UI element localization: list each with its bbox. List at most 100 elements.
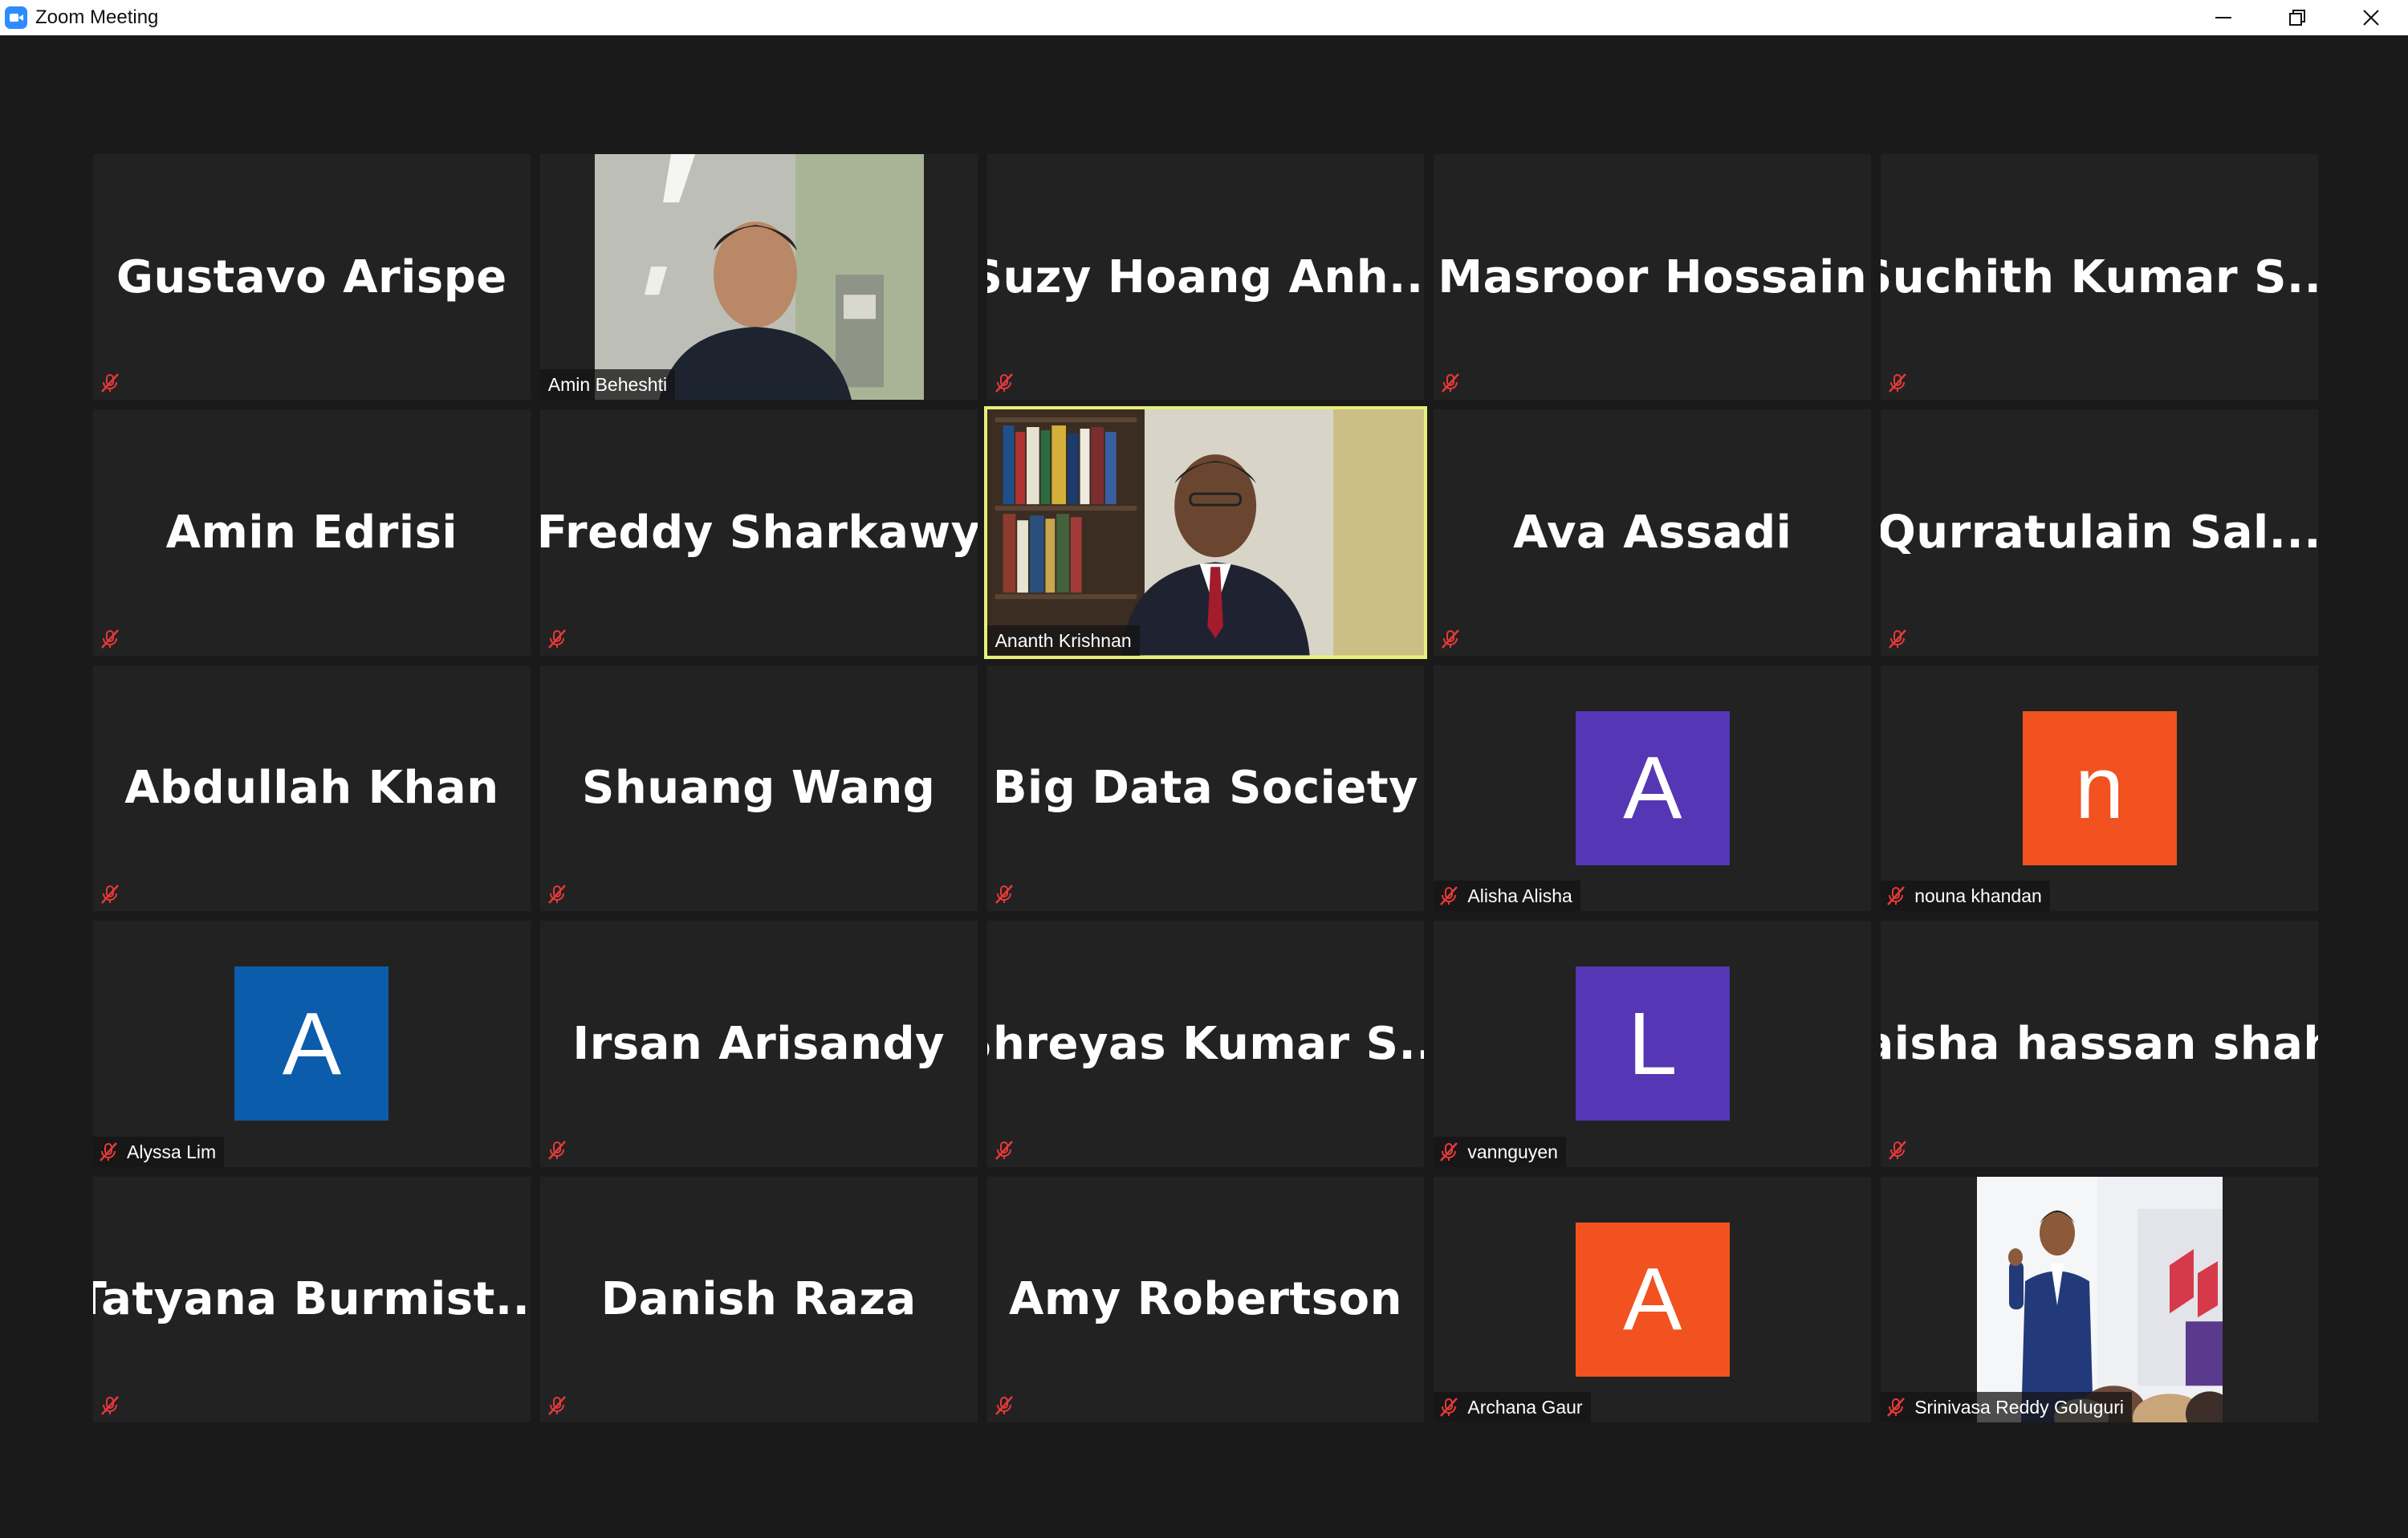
participant-tile-avatar[interactable]: n nouna khandan	[1881, 665, 2318, 912]
participant-tile[interactable]: Shuang Wang	[539, 665, 978, 912]
participant-name: Amy Robertson	[1009, 1273, 1402, 1326]
muted-mic-icon	[1442, 373, 1460, 393]
muted-mic-icon	[101, 1396, 119, 1415]
minimize-icon	[2215, 17, 2231, 18]
participant-name: Suchith Kumar S...	[1881, 250, 2318, 303]
participant-tile-avatar[interactable]: L vannguyen	[1434, 921, 1872, 1167]
video-frame-presenter	[1977, 1176, 2223, 1422]
active-speaker-tile[interactable]: Ananth Krishnan	[983, 406, 1428, 659]
muted-mic-icon	[547, 629, 566, 649]
participant-name: Alyssa Lim	[127, 1141, 217, 1162]
close-icon	[2363, 10, 2379, 26]
video-feed	[1977, 1176, 2223, 1422]
muted-mic-icon	[101, 373, 119, 393]
muted-mic-icon	[995, 373, 1013, 393]
participant-name-label: Alisha Alisha	[1434, 881, 1580, 912]
participant-name: Suzy Hoang Anh...	[986, 250, 1425, 303]
participant-tile[interactable]: Abdullah Khan	[93, 665, 531, 912]
muted-mic-icon	[995, 885, 1013, 905]
muted-mic-icon	[995, 1396, 1013, 1415]
window-title: Zoom Meeting	[35, 6, 159, 28]
muted-mic-icon	[1889, 629, 1907, 649]
participant-tile-video[interactable]: Amin Beheshti	[539, 154, 978, 401]
muted-mic-icon	[547, 1140, 566, 1160]
muted-mic-icon	[1887, 1398, 1906, 1417]
participant-name: Big Data Society	[992, 762, 1419, 815]
participant-name: Shuang Wang	[582, 762, 936, 815]
participant-tile-avatar[interactable]: A Alisha Alisha	[1434, 665, 1872, 912]
participant-tile[interactable]: Suzy Hoang Anh...	[986, 154, 1425, 401]
participant-name: Amin Edrisi	[165, 507, 458, 559]
participant-tile[interactable]: Masroor Hossain	[1434, 154, 1872, 401]
participant-name: Archana Gaur	[1467, 1396, 1583, 1418]
participant-tile[interactable]: Shreyas Kumar S...	[986, 921, 1425, 1167]
participant-name: Freddy Sharkawy	[539, 507, 978, 559]
participant-tile[interactable]: Qurratulain Sal...	[1881, 409, 2318, 656]
participant-name: Irsan Arisandy	[572, 1017, 946, 1070]
participant-tile[interactable]: Freddy Sharkawy	[539, 409, 978, 656]
participant-name-label: vannguyen	[1434, 1136, 1566, 1167]
avatar: A	[1575, 710, 1730, 865]
avatar: L	[1575, 966, 1730, 1121]
video-feed	[594, 154, 924, 401]
participant-name: Alisha Alisha	[1467, 885, 1572, 907]
participant-name: Tatyana Burmist...	[93, 1273, 531, 1326]
muted-mic-icon	[1440, 1398, 1458, 1417]
participant-tile[interactable]: Amy Robertson	[986, 1176, 1425, 1422]
muted-mic-icon	[1889, 373, 1907, 393]
gallery-grid: Gustavo Arispe Amin Beheshti Suzy Hoang …	[93, 154, 2318, 1422]
participant-name: Ava Assadi	[1513, 507, 1792, 559]
participant-name-label: Archana Gaur	[1434, 1391, 1591, 1422]
participant-tile[interactable]: Ava Assadi	[1434, 409, 1872, 656]
participant-name: Danish Raza	[600, 1273, 917, 1326]
participant-tile[interactable]: Irsan Arisandy	[539, 921, 978, 1167]
muted-mic-icon	[101, 885, 119, 905]
participant-tile-video[interactable]: Srinivasa Reddy Goluguri	[1881, 1176, 2318, 1422]
muted-mic-icon	[1887, 886, 1906, 906]
participant-tile-avatar[interactable]: A Archana Gaur	[1434, 1176, 1872, 1422]
participant-name-label: Alyssa Lim	[93, 1136, 225, 1167]
title-bar: Zoom Meeting	[0, 0, 2408, 35]
participant-tile-avatar[interactable]: A Alyssa Lim	[93, 921, 531, 1167]
participant-name-label: Srinivasa Reddy Goluguri	[1881, 1391, 2132, 1422]
muted-mic-icon	[100, 1141, 117, 1162]
avatar: A	[1575, 1222, 1730, 1377]
muted-mic-icon	[547, 1396, 566, 1415]
muted-mic-icon	[995, 1140, 1013, 1160]
muted-mic-icon	[547, 885, 566, 905]
window-controls	[2186, 0, 2408, 35]
participant-tile[interactable]: Gustavo Arispe	[93, 154, 531, 401]
zoom-app-icon	[5, 6, 27, 29]
participant-name: nouna khandan	[1914, 885, 2042, 907]
participant-name: aisha hassan shah	[1881, 1017, 2318, 1070]
participant-name: Abdullah Khan	[124, 762, 499, 815]
muted-mic-icon	[1889, 1140, 1907, 1160]
video-frame-office	[594, 154, 924, 401]
participant-tile[interactable]: Big Data Society	[986, 665, 1425, 912]
participant-name: Gustavo Arispe	[116, 250, 507, 303]
participant-name: Masroor Hossain	[1438, 250, 1868, 303]
participant-tile[interactable]: Suchith Kumar S...	[1881, 154, 2318, 401]
participant-tile[interactable]: Amin Edrisi	[93, 409, 531, 656]
participant-name-label: Ananth Krishnan	[986, 625, 1140, 656]
participant-name: Qurratulain Sal...	[1881, 507, 2318, 559]
video-frame-bookshelf	[986, 409, 1425, 656]
muted-mic-icon	[1440, 886, 1458, 906]
muted-mic-icon	[1442, 629, 1460, 649]
minimize-button[interactable]	[2186, 0, 2260, 35]
close-button[interactable]	[2334, 0, 2408, 35]
participant-name-label: nouna khandan	[1881, 881, 2050, 912]
participant-tile[interactable]: Tatyana Burmist...	[93, 1176, 531, 1422]
video-feed	[986, 409, 1425, 656]
avatar: A	[234, 966, 389, 1121]
avatar: n	[2022, 710, 2177, 865]
muted-mic-icon	[101, 629, 119, 649]
participant-tile[interactable]: Danish Raza	[539, 1176, 978, 1422]
participant-name-label: Amin Beheshti	[539, 369, 676, 401]
restore-button[interactable]	[2260, 0, 2334, 35]
participant-name: vannguyen	[1467, 1141, 1558, 1162]
restore-icon	[2289, 10, 2305, 26]
participant-name: Shreyas Kumar S...	[987, 1017, 1425, 1070]
participant-tile[interactable]: aisha hassan shah	[1881, 921, 2318, 1167]
muted-mic-icon	[1440, 1141, 1458, 1162]
